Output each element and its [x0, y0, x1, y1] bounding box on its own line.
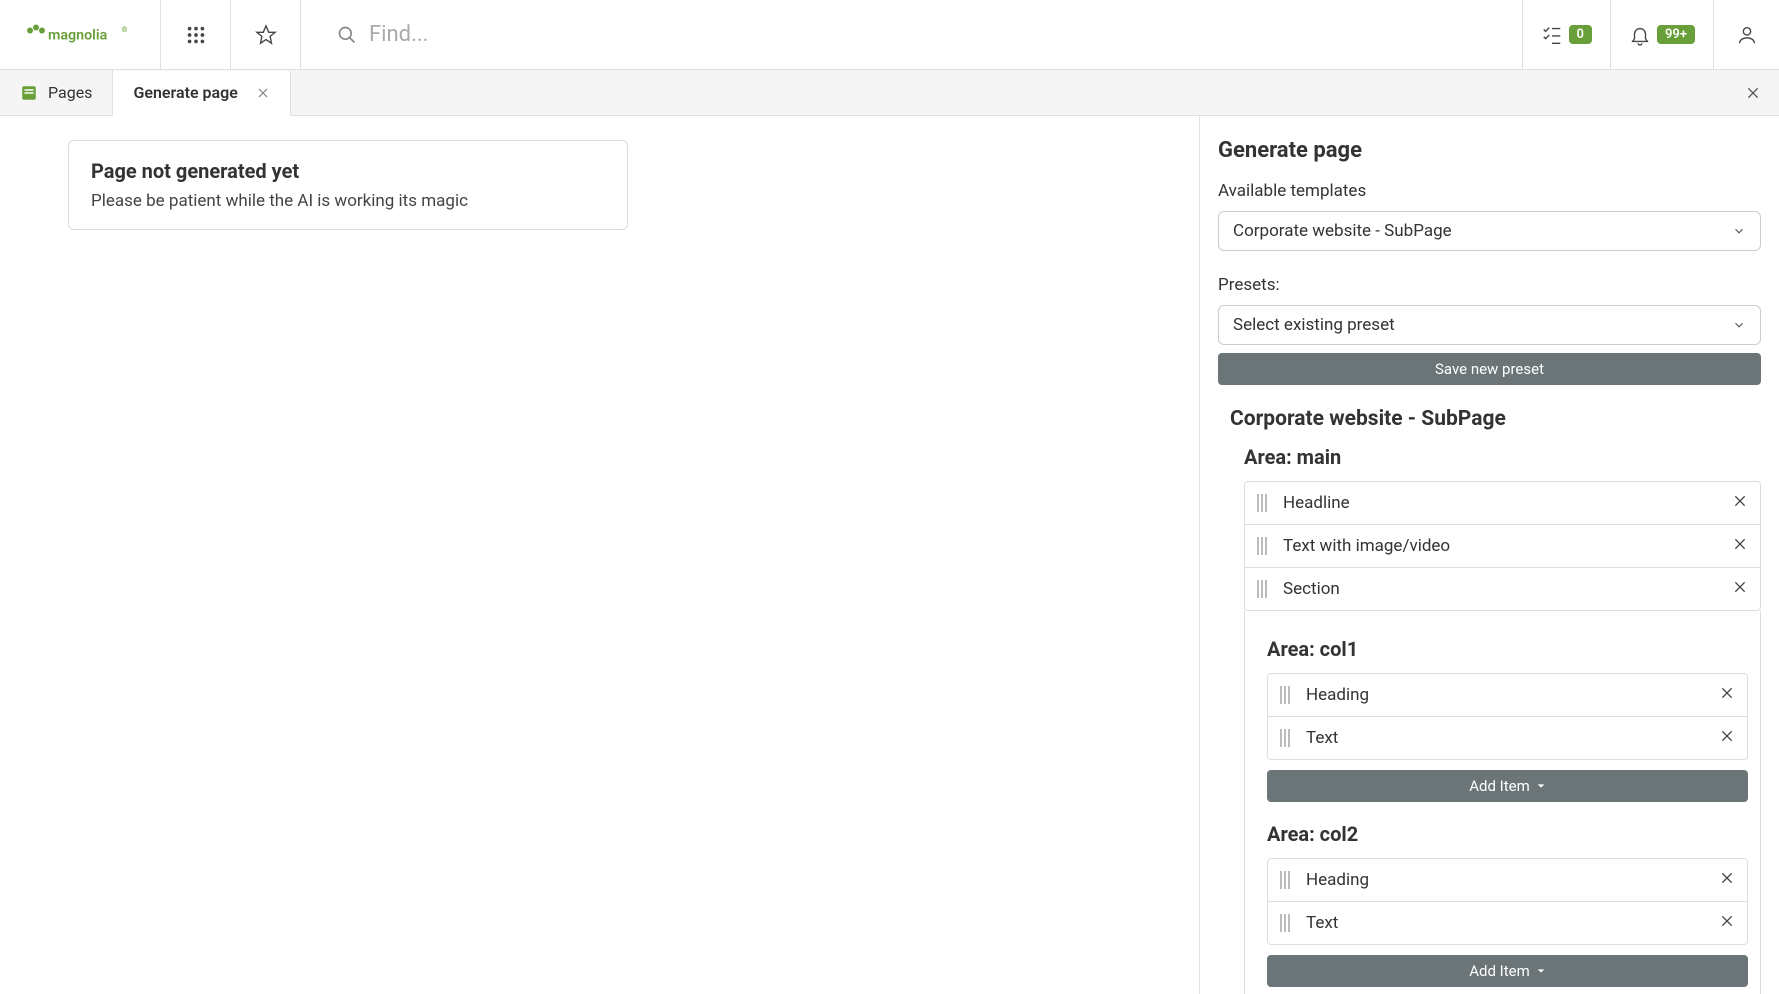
main-components: Headline Text with image/video Section — [1244, 481, 1761, 611]
col2-components: Heading Text — [1267, 858, 1748, 945]
chevron-down-icon — [1732, 224, 1746, 238]
remove-component-button[interactable] — [1719, 685, 1735, 705]
drag-handle-icon[interactable] — [1280, 914, 1296, 932]
caret-down-icon — [1536, 966, 1546, 976]
notice-title: Page not generated yet — [91, 159, 605, 183]
notice-body: Please be patient while the AI is workin… — [91, 191, 605, 211]
close-icon — [1745, 85, 1761, 101]
drag-handle-icon[interactable] — [1280, 686, 1296, 704]
favorites-button[interactable] — [230, 0, 300, 69]
component-row-text[interactable]: Text — [1267, 716, 1748, 760]
component-row-text[interactable]: Text — [1267, 901, 1748, 945]
save-preset-button[interactable]: Save new preset — [1218, 353, 1761, 385]
presets-label: Presets: — [1218, 275, 1761, 295]
drag-handle-icon[interactable] — [1257, 580, 1273, 598]
app-header: magnolia ® 0 99+ — [0, 0, 1779, 70]
component-name: Text — [1306, 913, 1719, 933]
search-input[interactable] — [369, 22, 769, 47]
section-nested: Area: col1 Heading Text Add Item Area: c… — [1244, 611, 1761, 994]
tabs-bar: Pages Generate page — [0, 70, 1779, 116]
remove-component-button[interactable] — [1719, 870, 1735, 890]
drag-handle-icon[interactable] — [1257, 537, 1273, 555]
add-item-col2-button[interactable]: Add Item — [1267, 955, 1748, 987]
col1-components: Heading Text — [1267, 673, 1748, 760]
tab-pages[interactable]: Pages — [0, 70, 113, 115]
component-name: Heading — [1306, 870, 1719, 890]
templates-label: Available templates — [1218, 181, 1761, 201]
notifications-count: 99+ — [1657, 25, 1695, 44]
remove-component-button[interactable] — [1732, 493, 1748, 513]
svg-text:magnolia: magnolia — [48, 27, 108, 43]
component-name: Text — [1306, 728, 1719, 748]
caret-down-icon — [1536, 781, 1546, 791]
remove-component-button[interactable] — [1719, 728, 1735, 748]
close-icon[interactable] — [256, 86, 270, 100]
svg-text:®: ® — [122, 25, 128, 34]
component-name: Section — [1283, 579, 1732, 599]
component-row-section[interactable]: Section — [1244, 567, 1761, 611]
templates-select[interactable]: Corporate website - SubPage — [1218, 211, 1761, 251]
header-right: 0 99+ — [1522, 0, 1779, 69]
user-menu-button[interactable] — [1713, 0, 1779, 69]
main-content: Page not generated yet Please be patient… — [0, 116, 1779, 994]
drag-handle-icon[interactable] — [1280, 729, 1296, 747]
magnolia-logo[interactable]: magnolia ® — [0, 0, 160, 69]
component-name: Text with image/video — [1283, 536, 1732, 556]
search-container — [300, 0, 1522, 69]
tasks-icon — [1541, 24, 1563, 46]
notifications-button[interactable]: 99+ — [1610, 0, 1713, 69]
panel-title: Generate page — [1218, 138, 1761, 163]
search-icon — [337, 25, 357, 45]
pages-icon — [20, 84, 38, 102]
drag-handle-icon[interactable] — [1257, 494, 1273, 512]
template-heading: Corporate website - SubPage — [1230, 407, 1761, 431]
area-main-label: Area: main — [1244, 445, 1761, 469]
preview-pane: Page not generated yet Please be patient… — [0, 116, 1199, 994]
component-row-headline[interactable]: Headline — [1244, 481, 1761, 525]
tab-label: Pages — [48, 83, 92, 102]
tasks-count: 0 — [1569, 25, 1592, 44]
generation-notice: Page not generated yet Please be patient… — [68, 140, 628, 230]
area-col2-label: Area: col2 — [1267, 822, 1748, 846]
remove-component-button[interactable] — [1719, 913, 1735, 933]
bell-icon — [1629, 24, 1651, 46]
app-launcher-button[interactable] — [160, 0, 230, 69]
presets-select[interactable]: Select existing preset — [1218, 305, 1761, 345]
component-row-heading[interactable]: Heading — [1267, 858, 1748, 902]
component-row-text-media[interactable]: Text with image/video — [1244, 524, 1761, 568]
tab-generate-page[interactable]: Generate page — [113, 71, 290, 116]
templates-value: Corporate website - SubPage — [1233, 221, 1452, 241]
config-panel: Generate page Available templates Corpor… — [1199, 116, 1779, 994]
tasks-button[interactable]: 0 — [1522, 0, 1610, 69]
chevron-down-icon — [1732, 318, 1746, 332]
area-col1-label: Area: col1 — [1267, 637, 1748, 661]
drag-handle-icon[interactable] — [1280, 871, 1296, 889]
close-all-tabs-button[interactable] — [1727, 70, 1779, 115]
tab-label: Generate page — [133, 83, 237, 102]
add-item-col1-button[interactable]: Add Item — [1267, 770, 1748, 802]
component-row-heading[interactable]: Heading — [1267, 673, 1748, 717]
user-icon — [1736, 24, 1758, 46]
component-name: Headline — [1283, 493, 1732, 513]
component-name: Heading — [1306, 685, 1719, 705]
remove-component-button[interactable] — [1732, 536, 1748, 556]
presets-value: Select existing preset — [1233, 315, 1395, 335]
remove-component-button[interactable] — [1732, 579, 1748, 599]
